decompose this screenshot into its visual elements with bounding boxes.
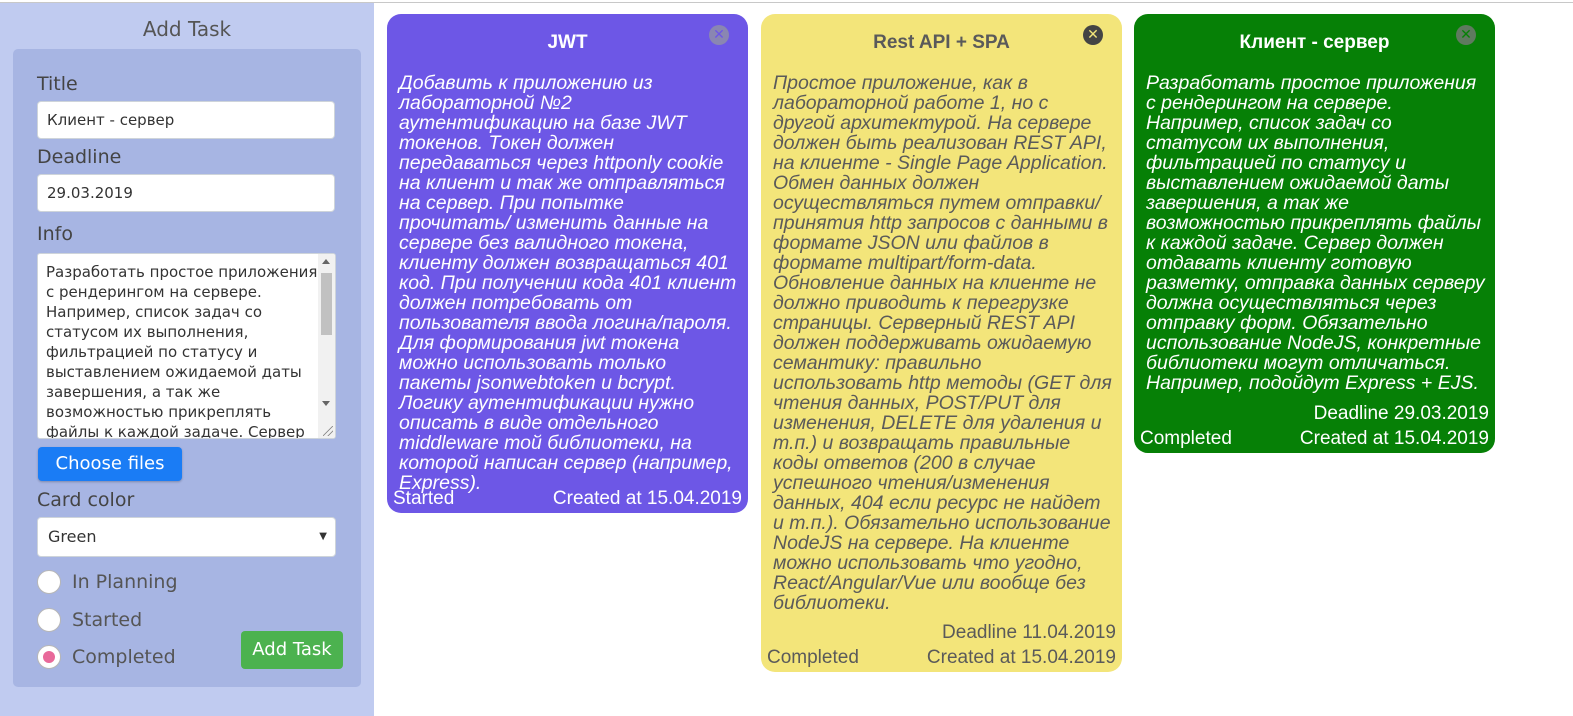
info-text: Разработать простое приложения с рендери…: [46, 263, 318, 439]
card-title: Клиент - сервер: [1239, 32, 1390, 53]
add-task-button[interactable]: Add Task: [241, 631, 343, 669]
add-task-form: Title Клиент - сервер Deadline 29.03.201…: [13, 49, 361, 687]
card-created-date: Created at 15.04.2019: [926, 647, 1116, 668]
card-color-select[interactable]: Green ▼: [37, 517, 336, 557]
close-icon[interactable]: ✕: [709, 25, 729, 45]
card-deadline: Deadline 11.04.2019: [942, 622, 1116, 643]
info-textarea[interactable]: Разработать простое приложения с рендери…: [37, 253, 336, 439]
card-title: JWT: [547, 32, 588, 53]
card-created-date: Created at 15.04.2019: [1299, 428, 1489, 449]
deadline-input[interactable]: 29.03.2019: [37, 174, 335, 212]
scroll-thumb[interactable]: [321, 273, 332, 335]
deadline-label: Deadline: [37, 146, 122, 168]
card-description: Разработать простое приложения с рендери…: [1146, 72, 1485, 394]
radio-completed[interactable]: [37, 645, 61, 669]
scroll-up-icon[interactable]: [322, 259, 330, 264]
radio-label-completed: Completed: [72, 646, 176, 668]
resize-grip-icon[interactable]: [323, 426, 333, 436]
chevron-down-icon: ▼: [319, 531, 327, 542]
radio-in-planning[interactable]: [37, 570, 61, 594]
close-icon[interactable]: ✕: [1083, 25, 1103, 45]
card-description: Добавить к приложению из лабораторной №2…: [399, 72, 737, 494]
add-task-sidebar: Add Task Title Клиент - сервер Deadline …: [0, 3, 374, 716]
radio-label-in-planning: In Planning: [72, 571, 178, 593]
card-status: Completed: [767, 647, 859, 668]
task-card-client-server: Клиент - сервер ✕ Разработать простое пр…: [1134, 14, 1495, 453]
info-label: Info: [37, 223, 73, 245]
card-color-value: Green: [48, 527, 97, 546]
card-deadline: Deadline 29.03.2019: [1313, 403, 1489, 424]
sidebar-title: Add Task: [142, 17, 232, 41]
card-created-date: Created at 15.04.2019: [552, 488, 742, 509]
info-scrollbar[interactable]: [318, 254, 335, 438]
choose-files-button[interactable]: Choose files: [38, 447, 182, 481]
card-status: Completed: [1140, 428, 1232, 449]
card-description: Простое приложение, как в лабораторной р…: [773, 72, 1112, 614]
title-input[interactable]: Клиент - сервер: [37, 101, 335, 139]
close-icon[interactable]: ✕: [1456, 25, 1476, 45]
scroll-down-icon[interactable]: [322, 401, 330, 406]
card-color-label: Card color: [37, 489, 135, 511]
task-card-jwt: JWT ✕ Добавить к приложению из лаборатор…: [387, 14, 748, 513]
card-title: Rest API + SPA: [873, 32, 1010, 53]
radio-started[interactable]: [37, 608, 61, 632]
radio-label-started: Started: [72, 609, 143, 631]
card-status: Started: [393, 488, 455, 509]
task-card-rest-api: Rest API + SPA ✕ Простое приложение, как…: [761, 14, 1122, 672]
title-label: Title: [37, 73, 78, 95]
